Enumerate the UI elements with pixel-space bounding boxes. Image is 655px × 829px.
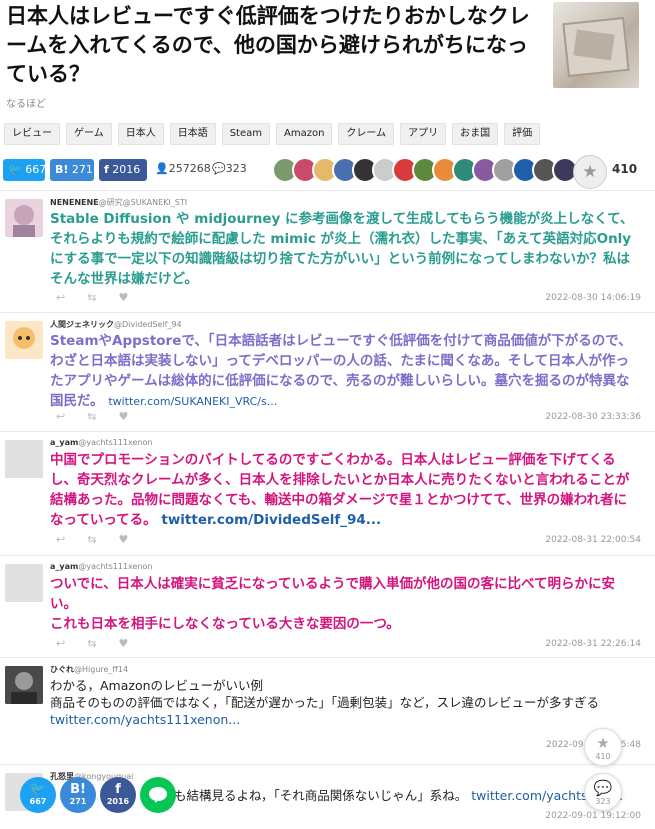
comment-timestamp[interactable]: 2022-09-01 19:12:00 [545, 811, 641, 821]
comment-text: ついでに、日本人は確実に貧乏になっているようで購入単価が他の国の客に比べて明らか… [50, 576, 615, 632]
hatena-count: 271 [71, 163, 93, 176]
facebook-share-button[interactable]: f 2016 [99, 159, 147, 181]
comment-text: 中国でプロモーションのバイトしてるのですごくわかる。日本人はレビュー評価を下げて… [50, 452, 630, 528]
floating-comment-button[interactable]: 💬 323 [584, 773, 622, 811]
comment-item: 人間ジェネリック@DividedSelf_94 SteamやAppstoreで、… [0, 312, 655, 429]
facebook-icon: f [115, 782, 121, 797]
floating-hatena-button[interactable]: B! 271 [60, 777, 96, 813]
tag-item[interactable]: レビュー [4, 123, 60, 145]
comment-timestamp[interactable]: 2022-08-30 14:06:19 [545, 293, 641, 303]
twitter-share-button[interactable]: 🐦 667 [3, 159, 47, 181]
comment-count-value: 323 [225, 162, 247, 175]
tag-item[interactable]: Amazon [276, 123, 333, 145]
add-star-button[interactable]: ★ [573, 155, 607, 189]
comment-timestamp[interactable]: 2022-08-31 22:00:54 [545, 535, 641, 545]
tag-item[interactable]: ゲーム [66, 123, 112, 145]
comment-author[interactable]: a_yam@yachts111xenon [50, 438, 152, 447]
comment-timestamp[interactable]: 2022-08-30 23:33:36 [545, 412, 641, 422]
article-thumbnail[interactable] [553, 2, 639, 88]
comment-author[interactable]: ひぐれ@Higure_ff14 [50, 664, 128, 675]
star-icon: ★ [582, 162, 598, 182]
facebook-count: 2016 [112, 163, 141, 176]
comment-icon: 💬 [593, 779, 613, 797]
comment-actions: ↩⇆♥ [56, 637, 150, 650]
like-icon[interactable]: ♥ [118, 291, 150, 304]
floating-line-button[interactable] [140, 777, 176, 813]
comment-link[interactable]: twitter.com/SUKANEKI_VRC/s... [108, 395, 277, 408]
floating-comment-count: 323 [595, 797, 611, 806]
comment-link[interactable]: twitter.com/DividedSelf_94... [161, 512, 381, 528]
floating-facebook-count: 2016 [106, 797, 130, 806]
comment-actions: ↩⇆♥ [56, 533, 150, 546]
avatar[interactable] [5, 440, 43, 478]
comment-text: SteamやAppstoreで、「日本語話者はレビューですぐ低評価を付けて商品価… [50, 333, 632, 409]
avatar[interactable] [5, 564, 43, 602]
comment-author[interactable]: a_yam@yachts111xenon [50, 562, 152, 571]
view-count: 👤257268 [155, 162, 211, 175]
retweet-icon[interactable]: ⇆ [87, 410, 118, 423]
floating-share-buttons: 🐦 667 B! 271 f 2016 [20, 777, 176, 813]
article-header: 日本人はレビューですぐ低評価をつけたりおかしなクレームを入れてくるので、他の国か… [0, 0, 655, 118]
person-icon: 👤 [155, 162, 169, 175]
floating-star-button[interactable]: ★ 410 [584, 728, 622, 766]
tag-item[interactable]: おま国 [452, 123, 499, 145]
comment-author[interactable]: NENENENE@研究@SUKANEKI_STI [50, 197, 187, 208]
like-icon[interactable]: ♥ [118, 637, 150, 650]
avatar[interactable] [5, 199, 43, 237]
floating-twitter-button[interactable]: 🐦 667 [20, 777, 56, 813]
twitter-icon: 🐦 [8, 163, 22, 176]
hatena-icon: B! [55, 163, 69, 176]
comment-item: a_yam@yachts111xenon 中国でプロモーションのバイトしてるので… [0, 431, 655, 553]
comment-actions: ↩⇆♥ [56, 291, 150, 304]
comment-item: ひぐれ@Higure_ff14 わかる，Amazonのレビューがいい例 商品その… [0, 657, 655, 762]
avatar[interactable] [5, 321, 43, 359]
tag-item[interactable]: クレーム [338, 123, 395, 145]
floating-twitter-count: 667 [29, 797, 47, 806]
article-title: 日本人はレビューですぐ低評価をつけたりおかしなクレームを入れてくるので、他の国か… [6, 4, 530, 86]
tag-item[interactable]: Steam [221, 123, 270, 145]
tag-item[interactable]: 日本人 [117, 123, 164, 145]
comment-text: わかる，Amazonのレビューがいい例 商品そのものの評価ではなく，「配送が遅か… [50, 678, 600, 727]
comment-icon: 💬 [212, 162, 226, 175]
comment-actions: ↩⇆♥ [56, 410, 150, 423]
twitter-count: 667 [25, 163, 47, 176]
comment-text: Stable Diffusion や midjourney に参考画像を渡して生… [50, 211, 634, 287]
share-bar: 🐦 667 B! 271 f 2016 👤257268 💬323 ★ 410 [0, 155, 655, 189]
comment-author[interactable]: 人間ジェネリック@DividedSelf_94 [50, 319, 182, 330]
stargazer-avatars [272, 157, 602, 185]
like-icon[interactable]: ♥ [118, 533, 150, 546]
retweet-icon[interactable]: ⇆ [87, 637, 118, 650]
comment-link[interactable]: twitter.com/yachts111xenon... [50, 712, 240, 727]
reply-icon[interactable]: ↩ [56, 637, 87, 650]
line-icon [149, 787, 167, 803]
view-count-value: 257268 [168, 162, 211, 175]
like-icon[interactable]: ♥ [118, 410, 150, 423]
reply-icon[interactable]: ↩ [56, 291, 87, 304]
comment-text: も結構見るよね，「それ商品関係ないじゃん」系ね。 twitter.com/yac… [174, 788, 624, 803]
floating-hatena-count: 271 [69, 797, 87, 806]
star-count: 410 [612, 162, 638, 176]
floating-facebook-button[interactable]: f 2016 [100, 777, 136, 813]
retweet-icon[interactable]: ⇆ [87, 291, 118, 304]
hatena-icon: B! [70, 782, 86, 797]
twitter-icon: 🐦 [29, 782, 47, 797]
retweet-icon[interactable]: ⇆ [87, 533, 118, 546]
tag-item[interactable]: アプリ [400, 123, 447, 145]
facebook-icon: f [104, 163, 109, 176]
comment-timestamp[interactable]: 2022-08-31 22:26:14 [545, 639, 641, 649]
reply-icon[interactable]: ↩ [56, 533, 87, 546]
article-subtitle: なるほど [6, 99, 46, 110]
reply-icon[interactable]: ↩ [56, 410, 87, 423]
tag-item[interactable]: 評価 [504, 123, 541, 145]
comment-item: NENENENE@研究@SUKANEKI_STI Stable Diffusio… [0, 190, 655, 310]
avatar[interactable] [5, 666, 43, 704]
floating-star-count: 410 [595, 752, 611, 761]
comment-item: a_yam@yachts111xenon ついでに、日本人は確実に貧乏になってい… [0, 555, 655, 655]
hatena-bookmark-button[interactable]: B! 271 [50, 159, 94, 181]
comment-timestamp-tail: 5:48 [620, 740, 641, 750]
tag-item[interactable]: 日本語 [169, 123, 216, 145]
tag-list: レビュー ゲーム 日本人 日本語 Steam Amazon クレーム アプリ お… [0, 123, 541, 147]
star-icon: ★ [596, 734, 610, 752]
comment-count[interactable]: 💬323 [212, 162, 247, 175]
